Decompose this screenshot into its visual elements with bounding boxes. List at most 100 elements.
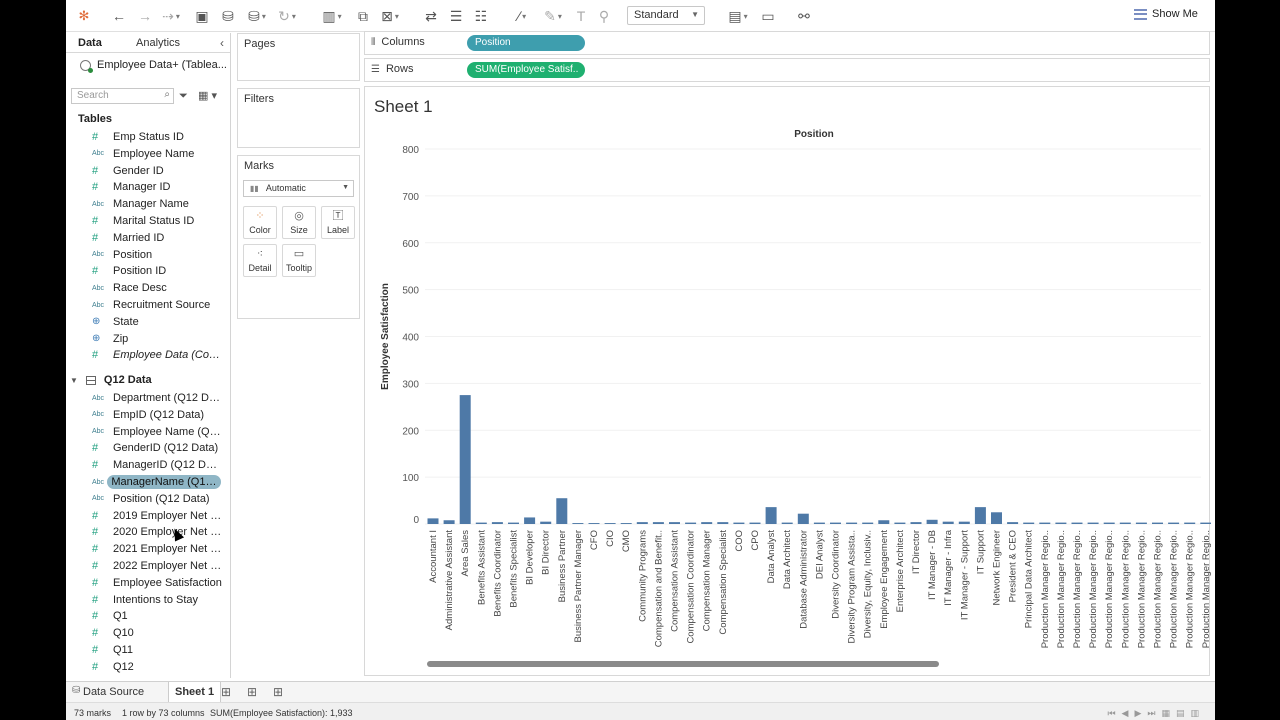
number-type-icon: #: [92, 131, 99, 143]
group-members-icon[interactable]: ✎ ▾: [542, 6, 564, 26]
field-item[interactable]: ⊕ Zip: [66, 331, 231, 347]
field-item[interactable]: # ManagerID (Q12 Data): [66, 457, 231, 473]
fix-axes-icon[interactable]: ⚲: [596, 6, 612, 26]
color-button[interactable]: ⁘ Color: [243, 206, 277, 239]
new-worksheet-tab-icon[interactable]: ⊞: [221, 685, 231, 699]
highlight-icon[interactable]: ∕ ▾: [510, 6, 534, 26]
fit-mode-select[interactable]: Standard ▼: [627, 6, 705, 25]
employee-satisfaction-pill[interactable]: SUM(Employee Satisf..: [467, 62, 585, 78]
pause-updates-icon[interactable]: ⛁ ▾: [246, 6, 268, 26]
field-item[interactable]: # GenderID (Q12 Data): [66, 440, 231, 456]
field-item[interactable]: # Intentions to Stay: [66, 592, 231, 608]
y-tick-label: 800: [402, 145, 419, 156]
replay-icon[interactable]: ⇢ ▾: [161, 6, 181, 26]
new-worksheet-icon[interactable]: ▥ ▾: [319, 6, 345, 26]
sort-descending-icon[interactable]: ☷: [473, 6, 489, 26]
refresh-icon[interactable]: ↻ ▾: [276, 6, 298, 26]
field-item[interactable]: # Q1: [66, 608, 231, 624]
sort-ascending-icon[interactable]: ☰: [448, 6, 464, 26]
size-button[interactable]: ◎ Size: [282, 206, 316, 239]
status-marks: 73 marks: [74, 708, 112, 718]
field-item[interactable]: ⊕ State: [66, 314, 231, 330]
field-item[interactable]: # Q10: [66, 625, 231, 641]
position-pill[interactable]: Position: [467, 35, 585, 51]
show-me-button[interactable]: Show Me: [1134, 8, 1198, 20]
presentation-mode-icon[interactable]: ▭: [760, 6, 776, 26]
pages-shelf[interactable]: Pages: [237, 33, 360, 81]
tab-analytics[interactable]: Analytics: [136, 37, 180, 49]
field-item[interactable]: Abc Manager Name: [66, 196, 231, 212]
field-item[interactable]: # Gender ID: [66, 163, 231, 179]
field-name: Gender ID: [113, 164, 164, 177]
undo-icon[interactable]: ←: [110, 6, 128, 26]
bar: [588, 523, 600, 524]
search-placeholder: Search: [77, 90, 109, 101]
redo-icon[interactable]: →: [136, 6, 154, 26]
field-item[interactable]: # Employee Satisfaction: [66, 575, 231, 591]
data-pane: Data Analytics ‹ Employee Data+ (Tablea.…: [66, 33, 231, 678]
swap-rows-columns-icon[interactable]: ⇄: [423, 6, 439, 26]
status-sum: SUM(Employee Satisfaction): 1,933: [210, 708, 353, 718]
field-name: Zip: [113, 332, 129, 345]
x-tick-label: Compensation and Benefit..: [653, 530, 664, 647]
tab-data-source[interactable]: Data Source: [83, 686, 144, 698]
field-item[interactable]: Abc Employee Name (Q12 ...: [66, 424, 231, 440]
field-item[interactable]: Abc EmpID (Q12 Data): [66, 407, 231, 423]
q12-table-group[interactable]: ▼ Q12 Data: [70, 374, 152, 386]
datasource-item[interactable]: Employee Data+ (Tablea...: [80, 59, 227, 73]
clear-sheet-icon[interactable]: ⊠ ▾: [378, 6, 402, 26]
field-item[interactable]: Abc Employee Name: [66, 146, 231, 162]
field-name: Q12: [113, 660, 134, 673]
collapse-pane-icon[interactable]: ‹: [220, 36, 224, 50]
bar: [910, 522, 922, 524]
field-item[interactable]: # Q11: [66, 642, 231, 658]
field-item[interactable]: #2021 Employer Net Pr...: [66, 541, 231, 557]
field-item[interactable]: Abc Recruitment Source: [66, 297, 231, 313]
field-item[interactable]: # Married ID: [66, 230, 231, 246]
show-cards-icon[interactable]: ▤ ▾: [726, 6, 750, 26]
filter-icon[interactable]: ⏷: [179, 90, 188, 103]
field-item[interactable]: #2019 Employer Net Pr...: [66, 508, 231, 524]
tableau-logo-icon[interactable]: ✻: [76, 6, 92, 26]
rows-shelf[interactable]: ☰ Rows SUM(Employee Satisf..: [364, 58, 1210, 82]
sheet-nav-arrows-icon[interactable]: ⏮◀▶⏭▦▤▥: [1107, 708, 1205, 719]
detail-button[interactable]: ⁖ Detail: [243, 244, 277, 277]
field-item[interactable]: # Manager ID: [66, 179, 231, 195]
new-datasource-icon[interactable]: ⛁: [220, 6, 236, 26]
new-dashboard-tab-icon[interactable]: ⊞: [247, 685, 257, 699]
label-button[interactable]: 🅃 Label: [321, 206, 355, 239]
save-icon[interactable]: ▣: [194, 6, 210, 26]
y-tick-label: 0: [413, 515, 419, 526]
field-item[interactable]: # Marital Status ID: [66, 213, 231, 229]
field-item[interactable]: Abc Department (Q12 Data): [66, 390, 231, 406]
new-story-tab-icon[interactable]: ⊞: [273, 685, 283, 699]
field-item[interactable]: Abc Position: [66, 247, 231, 263]
columns-shelf[interactable]: ⦀ Columns Position: [364, 31, 1210, 55]
filters-shelf[interactable]: Filters: [237, 88, 360, 148]
field-item[interactable]: # Emp Status ID: [66, 129, 231, 145]
share-icon[interactable]: ⚯: [796, 6, 812, 26]
tooltip-label: Tooltip: [285, 263, 312, 273]
duplicate-sheet-icon[interactable]: ⧉: [354, 6, 372, 26]
field-item[interactable]: # Employee Data (Count): [66, 347, 231, 363]
number-type-icon: #: [92, 231, 99, 244]
field-item[interactable]: Abc Position (Q12 Data): [66, 491, 231, 507]
show-labels-icon[interactable]: T: [573, 6, 589, 26]
field-item[interactable]: Abc Race Desc: [66, 280, 231, 296]
bar: [491, 522, 503, 524]
x-tick-label: Business Partner: [557, 530, 568, 602]
y-tick-label: 200: [402, 426, 419, 437]
view-options-icon[interactable]: ▦ ▾: [198, 89, 217, 102]
field-search-input[interactable]: Search ⌕: [71, 88, 174, 104]
chevron-down-icon[interactable]: ▼: [224, 479, 231, 486]
field-item[interactable]: Abc ManagerName (Q12... ▼: [66, 474, 231, 490]
field-item[interactable]: #2022 Employer Net Pr...: [66, 558, 231, 574]
field-item[interactable]: # Q12: [66, 659, 231, 675]
tab-sheet1[interactable]: Sheet 1: [168, 682, 222, 703]
tooltip-button[interactable]: ▭ Tooltip: [282, 244, 316, 277]
tab-data[interactable]: Data: [78, 37, 102, 49]
field-item[interactable]: # Position ID: [66, 263, 231, 279]
field-item[interactable]: #2020 Employer Net Pr...: [66, 524, 231, 540]
pages-label: Pages: [244, 38, 276, 50]
mark-type-select[interactable]: ▮▮ Automatic ▼: [243, 180, 354, 197]
